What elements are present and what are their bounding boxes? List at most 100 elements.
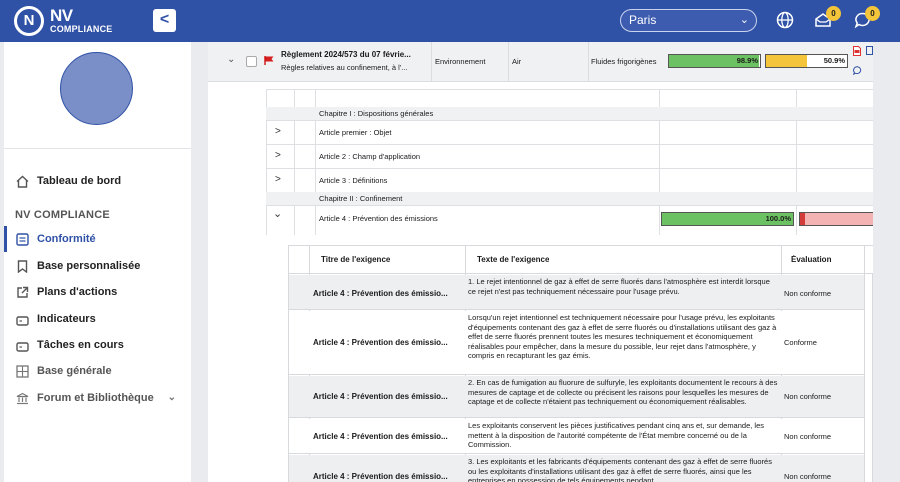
collapse-sidebar-button[interactable]: < bbox=[153, 9, 176, 32]
regulation-subtitle: Règles relatives au confinement, à l'... bbox=[281, 63, 408, 72]
site-select-value: Paris bbox=[629, 13, 657, 27]
regulation-subtheme: Fluides frigorigènes bbox=[591, 57, 657, 66]
chapter-label: Chapitre II : Confinement bbox=[319, 194, 403, 203]
chevron-down-icon: ⌄ bbox=[739, 14, 749, 26]
chevron-down-icon[interactable]: ⌄ bbox=[227, 54, 235, 65]
requirement-text: Lorsqu'un rejet intentionnel est techniq… bbox=[468, 313, 777, 360]
requirement-title: Article 4 : Prévention des émissio... bbox=[313, 392, 448, 401]
requirement-title: Article 4 : Prévention des émissio... bbox=[313, 432, 448, 441]
regulation-theme: Air bbox=[512, 57, 522, 66]
monitor-icon bbox=[16, 313, 29, 335]
notifications-badge: 0 bbox=[826, 6, 841, 21]
sidebar-item-forum-bibliotheque[interactable]: Forum et Bibliothèque ⌄ bbox=[4, 387, 191, 409]
column-divider bbox=[431, 42, 432, 82]
requirement-evaluation: Non conforme bbox=[784, 432, 832, 441]
main-panel: ⌄ Règlement 2024/573 du 07 févrie... Règ… bbox=[208, 42, 873, 482]
chevron-down-icon: ⌄ bbox=[167, 392, 176, 403]
sidebar-item-label: Plans d'actions bbox=[37, 286, 118, 298]
external-link-icon bbox=[16, 285, 29, 307]
page-margin bbox=[873, 42, 900, 482]
grid-icon bbox=[16, 364, 29, 386]
column-divider bbox=[508, 42, 509, 82]
sidebar-item-taches-en-cours[interactable]: Tâches en cours bbox=[4, 334, 191, 356]
column-header-evaluation[interactable]: Évaluation bbox=[791, 255, 831, 264]
requirement-title: Article 4 : Prévention des émissio... bbox=[313, 289, 448, 298]
article-progress-2 bbox=[799, 212, 873, 226]
article-label[interactable]: Article premier : Objet bbox=[319, 128, 392, 137]
sidebar-item-plans-actions[interactable]: Plans d'actions bbox=[4, 281, 191, 303]
grid-line bbox=[864, 246, 865, 482]
site-select[interactable]: Paris ⌄ bbox=[620, 9, 757, 32]
article-label[interactable]: Article 3 : Définitions bbox=[319, 176, 387, 185]
regulation-row[interactable]: ⌄ Règlement 2024/573 du 07 févrie... Règ… bbox=[208, 42, 873, 82]
logo-title: NV bbox=[50, 6, 73, 25]
home-icon bbox=[16, 174, 29, 196]
bookmark-icon bbox=[17, 259, 28, 281]
articles-table: Chapitre I : Dispositions générales > Ar… bbox=[266, 89, 873, 235]
requirement-text: 3. Les exploitants et les fabricants d'é… bbox=[468, 457, 772, 482]
copy-icon[interactable] bbox=[866, 46, 873, 58]
article-progress: 100.0% bbox=[661, 212, 794, 226]
regulation-domain: Environnement bbox=[435, 57, 486, 66]
sidebar-item-label: Tâches en cours bbox=[37, 339, 124, 351]
progress-fill bbox=[766, 55, 808, 67]
globe-icon[interactable] bbox=[775, 11, 795, 31]
pdf-icon[interactable] bbox=[853, 46, 861, 58]
bank-icon bbox=[16, 391, 29, 413]
avatar[interactable] bbox=[60, 52, 133, 125]
sidebar-item-label: Forum et Bibliothèque bbox=[37, 392, 154, 404]
checklist-icon bbox=[16, 232, 29, 254]
logo-mark: N bbox=[14, 6, 44, 36]
column-header-titre[interactable]: Titre de l'exigence bbox=[321, 255, 390, 264]
flag-icon bbox=[264, 55, 275, 68]
requirement-title: Article 4 : Prévention des émissio... bbox=[313, 472, 448, 481]
regulation-progress-2: 50.9% bbox=[765, 54, 848, 68]
messages-badge: 0 bbox=[865, 6, 880, 21]
sidebar-item-label: Conformité bbox=[37, 233, 96, 245]
requirement-text: Les exploitants conservent les pièces ju… bbox=[468, 421, 765, 449]
regulation-progress-1: 98.9% bbox=[668, 54, 761, 68]
progress-label: 50.9% bbox=[823, 56, 845, 65]
article-label[interactable]: Article 4 : Prévention des émissions bbox=[319, 214, 438, 223]
progress-label: 100.0% bbox=[765, 214, 791, 223]
grid-line bbox=[266, 205, 873, 206]
sidebar-divider bbox=[4, 148, 191, 149]
chevron-right-icon[interactable]: > bbox=[275, 174, 281, 185]
requirement-evaluation: Conforme bbox=[784, 338, 817, 347]
chapter-label: Chapitre I : Dispositions générales bbox=[319, 109, 434, 118]
progress-fill bbox=[800, 213, 805, 225]
monitor-icon bbox=[16, 339, 29, 361]
top-bar: N NV COMPLIANCE < Paris ⌄ 0 0 bbox=[0, 0, 900, 42]
progress-label: 98.9% bbox=[736, 56, 758, 65]
grid-line bbox=[266, 120, 873, 121]
sidebar-item-label: Indicateurs bbox=[37, 313, 96, 325]
sidebar-item-base-generale[interactable]: Base générale bbox=[4, 360, 191, 382]
sidebar-item-label: Tableau de bord bbox=[37, 175, 122, 187]
sidebar-item-base-personnalisee[interactable]: Base personnalisée bbox=[4, 255, 191, 277]
grid-line bbox=[266, 144, 873, 145]
logo[interactable]: N NV COMPLIANCE bbox=[14, 6, 114, 36]
sidebar: Tableau de bord NV COMPLIANCE Conformité… bbox=[4, 42, 191, 482]
active-indicator bbox=[4, 226, 7, 252]
comment-icon[interactable] bbox=[852, 66, 862, 77]
article-label[interactable]: Article 2 : Champ d'application bbox=[319, 152, 420, 161]
requirement-title: Article 4 : Prévention des émissio... bbox=[313, 338, 448, 347]
sidebar-item-label: Base personnalisée bbox=[37, 260, 141, 272]
requirement-evaluation: Non conforme bbox=[784, 472, 832, 481]
requirement-evaluation: Non conforme bbox=[784, 392, 832, 401]
logo-subtitle: COMPLIANCE bbox=[50, 24, 113, 34]
sidebar-item-indicateurs[interactable]: Indicateurs bbox=[4, 308, 191, 330]
chevron-right-icon[interactable]: > bbox=[275, 126, 281, 137]
regulation-checkbox[interactable] bbox=[246, 56, 257, 67]
regulation-title[interactable]: Règlement 2024/573 du 07 févrie... bbox=[281, 50, 411, 59]
grid-line bbox=[266, 168, 873, 169]
sidebar-item-conformite[interactable]: Conformité bbox=[4, 226, 191, 252]
requirement-text: 1. Le rejet intentionnel de gaz à effet … bbox=[468, 277, 770, 296]
column-header-texte[interactable]: Texte de l'exigence bbox=[477, 255, 549, 264]
chevron-right-icon[interactable]: > bbox=[275, 150, 281, 161]
requirements-table: Titre de l'exigence Texte de l'exigence … bbox=[288, 245, 873, 482]
column-divider bbox=[588, 42, 589, 82]
sidebar-item-tableau-de-bord[interactable]: Tableau de bord bbox=[4, 170, 191, 192]
chevron-down-icon[interactable]: ⌄ bbox=[273, 207, 282, 220]
sidebar-item-label: Base générale bbox=[37, 365, 112, 377]
